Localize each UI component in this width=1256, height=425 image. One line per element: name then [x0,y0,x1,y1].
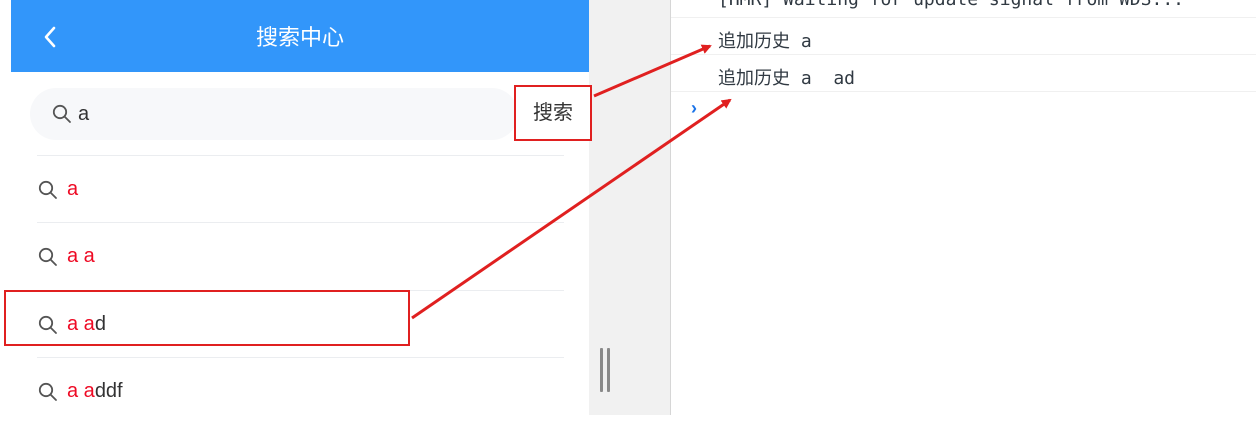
grip-line [600,348,603,392]
search-icon [38,382,57,401]
suggestion-text: a addf [67,380,123,402]
search-icon [38,180,57,199]
search-bar[interactable] [30,88,518,140]
search-icon [52,104,71,123]
search-input[interactable] [78,98,498,130]
resize-handle[interactable] [600,348,610,392]
log-separator [671,91,1256,92]
suggestion-item[interactable]: a a [11,223,589,290]
mobile-search-page: 搜索中心 a a a a a ad a addf [11,0,589,415]
suggestion-text: a a [67,245,95,267]
console-log-line: 追加历史 a [718,31,812,52]
annotation-box [4,290,410,346]
page-title: 搜索中心 [255,25,344,50]
log-separator [671,54,1256,55]
search-button[interactable]: 搜索 [514,85,592,141]
nav-bar: 搜索中心 [11,0,589,72]
suggestion-text: a [67,178,79,200]
console-prompt[interactable]: › [691,98,697,119]
log-separator [671,17,1256,18]
grip-line [607,348,610,392]
console-log-line: [HMR] Waiting for update signal from WDS… [718,0,1184,10]
console-log-line: 追加历史 a ad [718,68,856,89]
search-icon [38,247,57,266]
suggestion-item[interactable]: a [11,156,589,223]
devtools-console: [HMR] Waiting for update signal from WDS… [671,0,1256,415]
